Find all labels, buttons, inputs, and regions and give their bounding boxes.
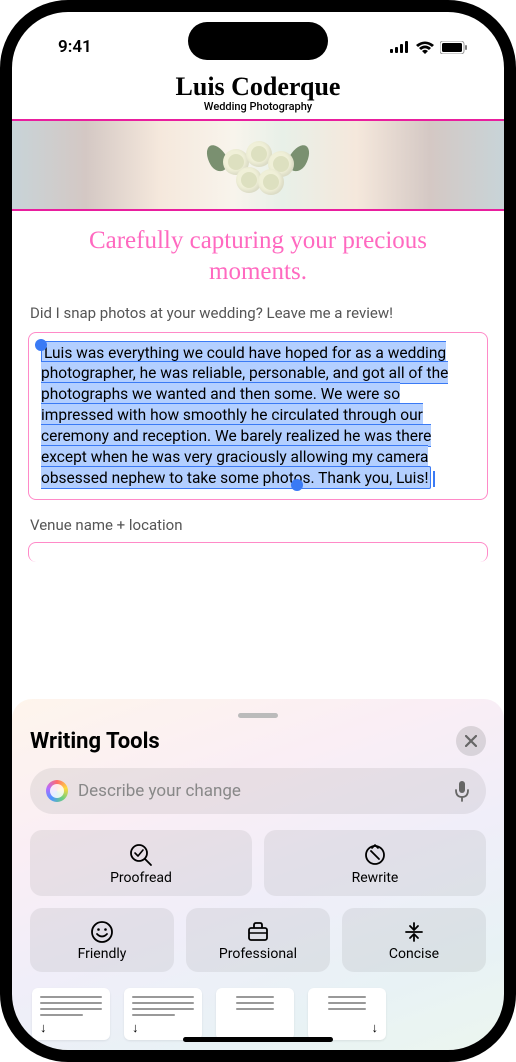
concise-button[interactable]: Concise [342,908,486,972]
format-thumb[interactable]: ↓ [124,988,202,1040]
format-thumbnails: ↓ ↓ ↓ [30,984,486,1040]
professional-label: Professional [194,946,322,962]
magnify-check-icon [128,842,154,868]
rewrite-icon [362,842,388,868]
proofread-label: Proofread [38,870,244,886]
proofread-button[interactable]: Proofread [30,830,252,896]
review-prompt: Did I snap photos at your wedding? Leave… [12,298,504,332]
rewrite-button[interactable]: Rewrite [264,830,486,896]
close-button[interactable] [456,726,486,756]
brand-title: Luis Coderque [12,72,504,102]
page-header: Luis Coderque Wedding Photography [12,68,504,119]
hero-image [12,119,504,211]
wifi-icon [416,41,434,54]
review-text: Luis was everything we could have hoped … [41,344,448,488]
friendly-button[interactable]: Friendly [30,908,174,972]
concise-icon [402,920,426,944]
professional-button[interactable]: Professional [186,908,330,972]
battery-icon [440,41,468,54]
status-time: 9:41 [58,37,92,57]
input-placeholder: Describe your change [78,781,444,801]
mic-icon[interactable] [454,780,470,802]
venue-label: Venue name + location [12,500,504,542]
writing-tools-sheet: Writing Tools Describe your change Proof… [12,699,504,1050]
format-thumb[interactable]: ↓ [308,988,386,1040]
describe-input[interactable]: Describe your change [30,768,486,814]
brand-subtitle: Wedding Photography [12,100,504,113]
briefcase-icon [246,920,270,944]
friendly-label: Friendly [38,946,166,962]
siri-icon [46,780,68,802]
close-icon [465,735,477,747]
tagline: Carefully capturing your precious moment… [12,211,504,298]
format-thumb[interactable]: ↓ [32,988,110,1040]
rewrite-label: Rewrite [272,870,478,886]
concise-label: Concise [350,946,478,962]
sheet-title: Writing Tools [30,729,160,754]
format-thumb[interactable] [216,988,294,1040]
home-indicator[interactable] [183,1037,333,1042]
smile-icon [90,920,114,944]
venue-input[interactable] [28,542,488,562]
sheet-grabber[interactable] [238,713,278,718]
status-icons [390,41,468,54]
cellular-icon [390,41,410,53]
review-textarea[interactable]: Luis was everything we could have hoped … [28,332,488,500]
